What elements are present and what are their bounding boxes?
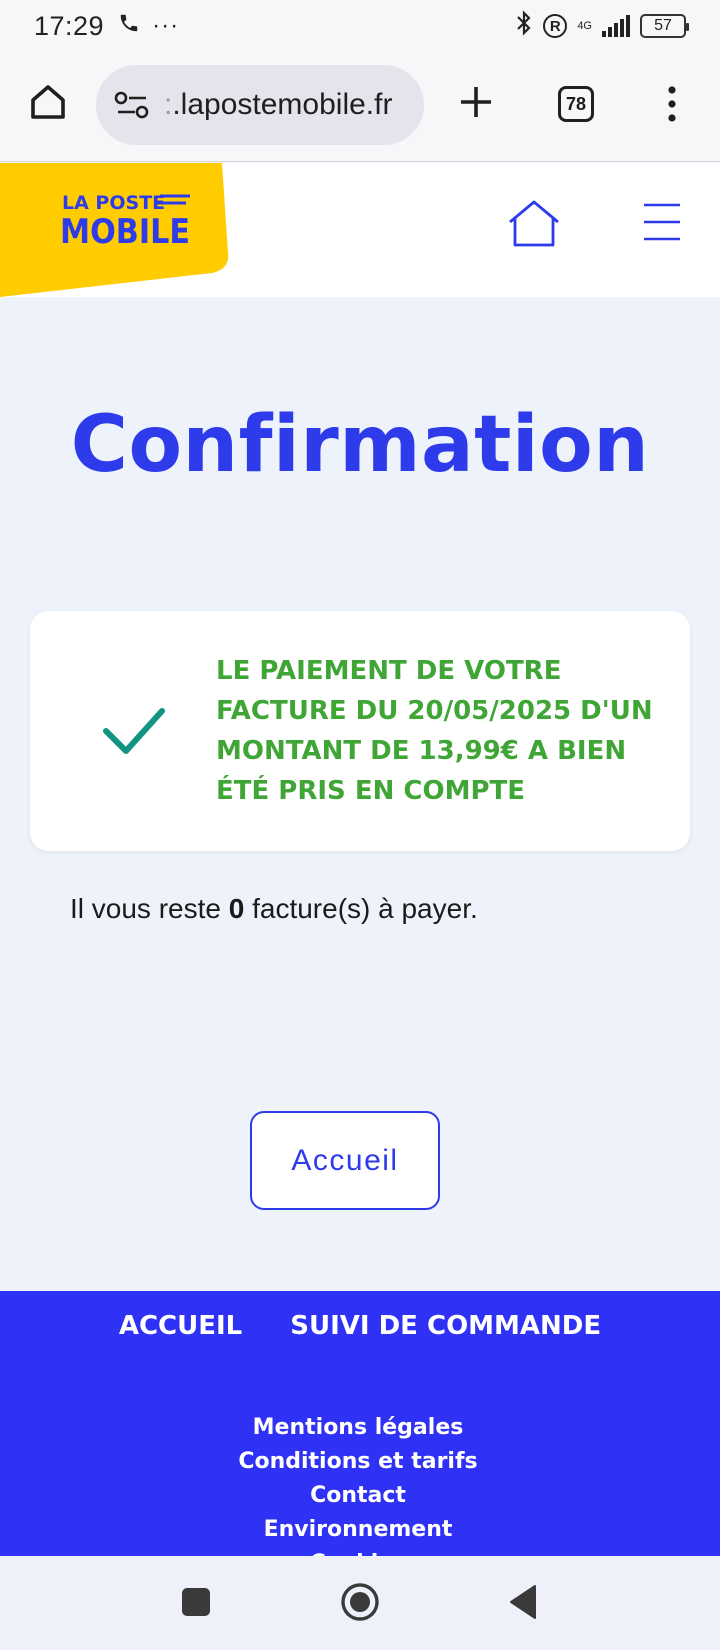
svg-text:LA POSTE: LA POSTE: [62, 192, 165, 214]
confirmation-card: LE PAIEMENT DE VOTRE FACTURE DU 20/05/20…: [30, 611, 690, 851]
footer-nav: ACCUEIL SUIVI DE COMMANDE: [0, 1311, 720, 1341]
status-bar: 17:29 ··· R 4G 57: [0, 0, 720, 52]
footer-nav-accueil[interactable]: ACCUEIL: [119, 1311, 242, 1341]
more-notifications-icon: ···: [152, 12, 180, 39]
remaining-invoices-text: Il vous reste 0 facture(s) à payer.: [70, 893, 478, 924]
la-poste-mobile-logo[interactable]: LA POSTE MOBILE: [0, 163, 230, 297]
registered-icon: R: [543, 14, 568, 38]
footer-links: Mentions légales Conditions et tarifs Co…: [0, 1411, 720, 1556]
home-button-icon[interactable]: [340, 1582, 380, 1622]
footer-link-cookies[interactable]: Cookies: [0, 1547, 720, 1556]
confirmation-message: LE PAIEMENT DE VOTRE FACTURE DU 20/05/20…: [216, 656, 653, 806]
site-header: LA POSTE MOBILE: [0, 163, 720, 297]
battery-icon: 57: [640, 14, 689, 38]
checkmark-icon: [102, 705, 168, 759]
url-text[interactable]: :.lapostemobile.fr: [164, 88, 392, 122]
system-navigation-bar: [0, 1556, 720, 1650]
svg-text:MOBILE: MOBILE: [60, 212, 190, 252]
status-time: 17:29: [34, 10, 105, 41]
site-footer: ACCUEIL SUIVI DE COMMANDE Mentions légal…: [0, 1291, 720, 1556]
footer-nav-suivi-commande[interactable]: SUIVI DE COMMANDE: [290, 1311, 601, 1341]
footer-link-conditions-tarifs[interactable]: Conditions et tarifs: [0, 1445, 720, 1479]
address-bar[interactable]: :.lapostemobile.fr: [96, 65, 424, 145]
site-settings-icon[interactable]: [114, 90, 150, 120]
home-icon[interactable]: [506, 199, 562, 249]
page-title: Confirmation: [70, 400, 650, 490]
remaining-count: 0: [228, 893, 245, 924]
browser-toolbar: :.lapostemobile.fr 78: [0, 52, 720, 162]
network-type: 4G: [577, 20, 592, 32]
browser-menu-icon[interactable]: [662, 84, 682, 124]
battery-level: 57: [654, 17, 672, 34]
accueil-button[interactable]: Accueil: [250, 1111, 440, 1210]
bluetooth-icon: [515, 10, 533, 42]
footer-link-mentions-legales[interactable]: Mentions légales: [0, 1411, 720, 1445]
footer-link-environnement[interactable]: Environnement: [0, 1513, 720, 1547]
phone-icon: [118, 12, 140, 41]
footer-link-contact[interactable]: Contact: [0, 1479, 720, 1513]
hamburger-menu-icon[interactable]: [642, 201, 682, 243]
signal-icon: [602, 15, 630, 37]
new-tab-icon[interactable]: [456, 82, 496, 122]
recents-button-icon[interactable]: [182, 1588, 210, 1616]
back-button-icon[interactable]: [508, 1584, 538, 1620]
browser-home-icon[interactable]: [28, 82, 68, 122]
tab-switcher-button[interactable]: 78: [558, 86, 594, 122]
